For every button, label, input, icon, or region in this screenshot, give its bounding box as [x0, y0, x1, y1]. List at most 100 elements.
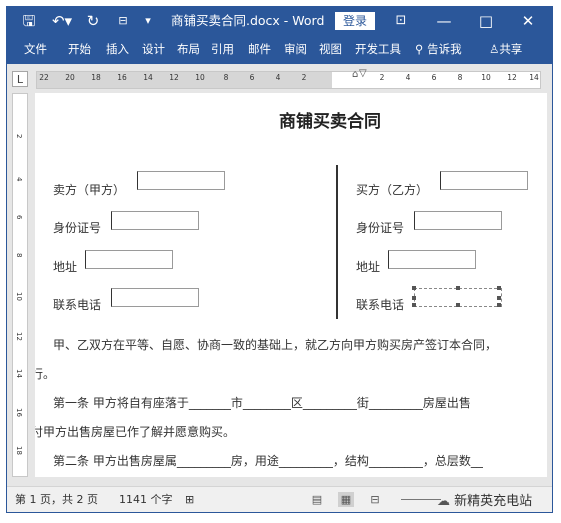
ruler-tick: 12 [507, 73, 517, 82]
buyer-address-field[interactable] [388, 250, 476, 269]
title-bar: 🖫 ↶▾ ↻ ⊟ ▾ 商铺买卖合同.docx - Word 登录 ⊡ — □ ✕ [7, 7, 552, 35]
seller-label: 卖方（甲方） [53, 183, 126, 197]
seller-field[interactable] [137, 171, 225, 190]
ribbon-tabs: 文件 开始 插入 设计 布局 引用 邮件 审阅 视图 开发工具 ⚲ 告诉我 ♙共… [7, 35, 552, 64]
customize-quick-access-icon[interactable]: ▾ [141, 7, 155, 35]
ruler-tick: 14 [143, 73, 153, 82]
status-bar: 第 1 页，共 2 页 1141 个字 ⊞ ▤ ▦ ⊟ ☁ 新精英充电站 [7, 486, 552, 512]
vruler-tick: 2 [15, 134, 23, 139]
tab-file[interactable]: 文件 [24, 35, 47, 64]
undo-icon[interactable]: ↶▾ [51, 7, 73, 35]
ruler-tick: 4 [275, 73, 281, 82]
first-line-indent-marker-icon[interactable]: ▽ [359, 68, 367, 79]
tab-selector[interactable]: L [12, 71, 28, 87]
document-title: 商铺买卖合同 [279, 112, 381, 132]
vruler-tick: 6 [15, 215, 23, 220]
seller-id-field[interactable] [111, 211, 199, 230]
ruler-tick: 22 [39, 73, 49, 82]
vruler-tick: 8 [15, 253, 23, 258]
ruler-tick: 6 [249, 73, 255, 82]
tell-me-search[interactable]: ⚲ 告诉我 [415, 35, 462, 64]
tab-layout[interactable]: 布局 [177, 35, 200, 64]
tab-design[interactable]: 设计 [142, 35, 165, 64]
buyer-id-label: 身份证号 [356, 221, 405, 235]
resize-handle[interactable] [497, 296, 501, 300]
ruler-tick: 10 [195, 73, 205, 82]
ruler-tick: 8 [223, 73, 229, 82]
maximize-button[interactable]: □ [477, 7, 495, 35]
left-indent-marker-icon[interactable]: ⌂ [352, 69, 358, 80]
ruler-tick: 2 [301, 73, 307, 82]
login-button[interactable]: 登录 [335, 12, 375, 30]
tell-me-label: 告诉我 [427, 42, 462, 56]
share-button[interactable]: ♙共享 [489, 35, 522, 64]
save-icon[interactable]: 🖫 [21, 7, 37, 35]
paragraph-1-line-1: 甲、乙双方在平等、自愿、协商一致的基础上，就乙方向甲方购买房产签订本合同， [53, 338, 498, 352]
minimize-button[interactable]: — [435, 7, 453, 35]
watermark-label: 新精英充电站 [454, 494, 533, 509]
ruler-area: L 22 20 18 16 14 12 10 8 6 4 2 2 4 6 8 1… [7, 64, 552, 92]
resize-handle[interactable] [412, 296, 416, 300]
tab-developer[interactable]: 开发工具 [355, 35, 401, 64]
buyer-phone-field[interactable] [412, 286, 502, 307]
ruler-tick: 2 [379, 73, 385, 82]
tab-review[interactable]: 审阅 [284, 35, 307, 64]
vruler-tick: 16 [15, 408, 23, 417]
ruler-tick: 6 [431, 73, 437, 82]
tab-home[interactable]: 开始 [68, 35, 91, 64]
read-mode-icon[interactable]: ▤ [309, 492, 325, 507]
ruler-margin [37, 72, 332, 88]
tab-references[interactable]: 引用 [211, 35, 234, 64]
wechat-icon: ☁ [437, 494, 455, 509]
seller-address-field[interactable] [85, 250, 173, 269]
resize-handle[interactable] [412, 286, 416, 290]
buyer-phone-label: 联系电话 [356, 298, 405, 312]
ruler-tick: 8 [457, 73, 463, 82]
resize-handle[interactable] [412, 303, 416, 307]
vruler-tick: 10 [15, 292, 23, 301]
buyer-field[interactable] [440, 171, 528, 190]
resize-handle[interactable] [456, 303, 460, 307]
zoom-slider[interactable] [401, 499, 441, 500]
window-title: 商铺买卖合同.docx - Word [171, 13, 325, 28]
vruler-tick: 4 [15, 177, 23, 182]
ruler-tick: 12 [169, 73, 179, 82]
vertical-ruler[interactable]: 2 4 6 8 10 12 14 16 18 [12, 93, 28, 477]
page-count[interactable]: 第 1 页，共 2 页 [15, 487, 98, 512]
word-count[interactable]: 1141 个字 [119, 487, 173, 512]
ruler-tick: 4 [405, 73, 411, 82]
seller-phone-label: 联系电话 [53, 298, 102, 312]
print-layout-icon[interactable]: ▦ [338, 492, 354, 507]
ribbon-display-icon[interactable]: ⊡ [392, 7, 410, 35]
watermark-text: ☁ 新精英充电站 [437, 490, 532, 509]
resize-handle[interactable] [497, 286, 501, 290]
paragraph-2-line-2: 付甲方出售房屋已作了解并愿意购买。 [35, 425, 236, 439]
resize-handle[interactable] [456, 286, 460, 290]
close-button[interactable]: ✕ [519, 7, 537, 35]
buyer-id-field[interactable] [414, 211, 502, 230]
ruler-tick: 20 [65, 73, 75, 82]
share-label: 共享 [499, 42, 523, 56]
ruler-tick: 16 [117, 73, 127, 82]
search-icon: ⚲ [415, 42, 428, 56]
person-icon: ♙ [489, 42, 500, 56]
seller-phone-field[interactable] [111, 288, 199, 307]
tab-view[interactable]: 视图 [319, 35, 342, 64]
document-page[interactable]: 商铺买卖合同 卖方（甲方） 身份证号 地址 联系电话 买方（乙方） 身份证号 地… [35, 93, 547, 477]
paragraph-2-line-1: 第一条 甲方将自有座落于_______市________区_________街_… [53, 396, 471, 410]
redo-icon[interactable]: ↻ [85, 7, 101, 35]
web-layout-icon[interactable]: ⊟ [367, 492, 383, 507]
tab-mailings[interactable]: 邮件 [248, 35, 271, 64]
vruler-tick: 18 [15, 446, 23, 455]
column-divider [336, 165, 338, 319]
resize-handle[interactable] [497, 303, 501, 307]
touch-mode-icon[interactable]: ⊟ [113, 7, 133, 35]
proofing-icon[interactable]: ⊞ [185, 487, 194, 512]
ruler-tick: 10 [481, 73, 491, 82]
paragraph-1-line-2: 行。 [35, 367, 56, 381]
ruler-tick: 14 [529, 73, 539, 82]
tab-insert[interactable]: 插入 [106, 35, 129, 64]
word-window: 🖫 ↶▾ ↻ ⊟ ▾ 商铺买卖合同.docx - Word 登录 ⊡ — □ ✕… [6, 6, 553, 513]
horizontal-ruler[interactable]: 22 20 18 16 14 12 10 8 6 4 2 2 4 6 8 10 … [36, 68, 541, 89]
buyer-label: 买方（乙方） [356, 183, 429, 197]
